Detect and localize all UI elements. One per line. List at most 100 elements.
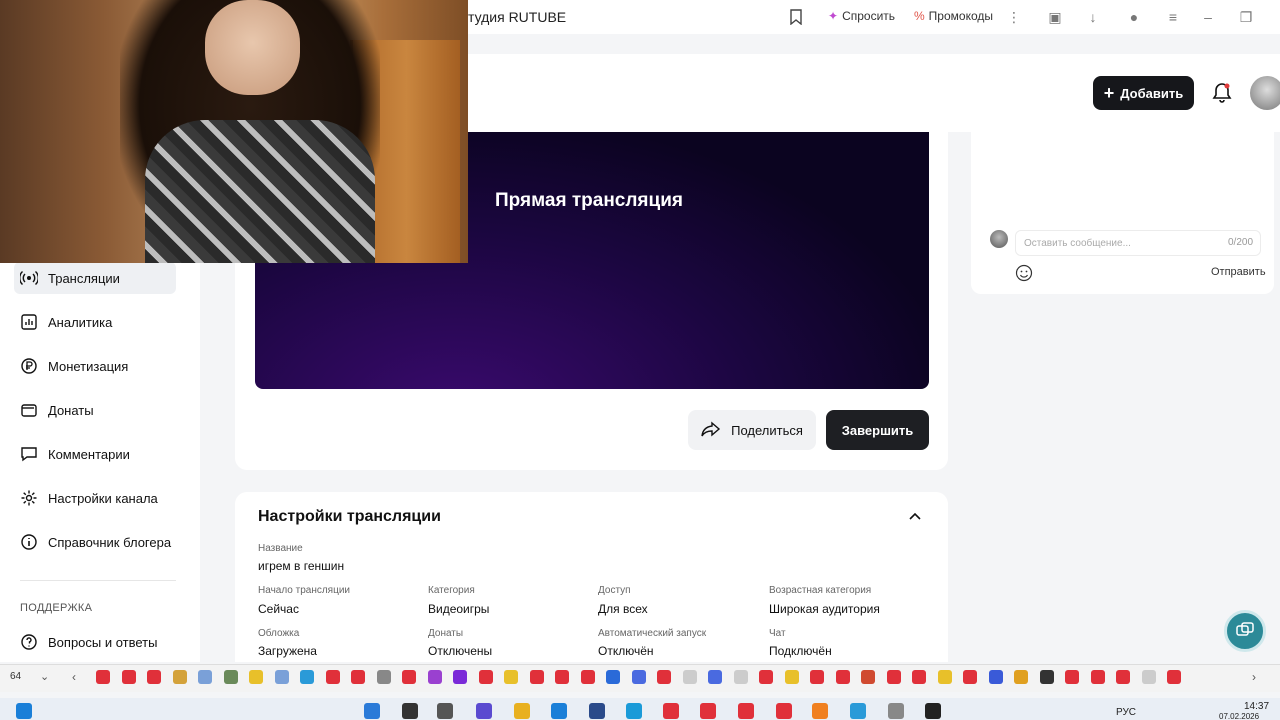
language-indicator[interactable]: РУС: [1116, 707, 1136, 718]
bookmark-favicon-icon[interactable]: [1167, 670, 1181, 684]
meet-icon[interactable]: [476, 703, 492, 719]
search-icon[interactable]: [402, 703, 418, 719]
bookmark-favicon-icon[interactable]: [96, 670, 110, 684]
info-icon: [21, 534, 37, 550]
sidebar-item-comments[interactable]: Комментарии: [14, 438, 176, 470]
cloud-icon[interactable]: [812, 703, 828, 719]
share-button[interactable]: Поделиться: [688, 410, 816, 450]
bookmark-favicon-icon[interactable]: [1116, 670, 1130, 684]
bookmark-favicon-icon[interactable]: [631, 670, 646, 684]
bookmark-favicon-icon[interactable]: [351, 670, 365, 684]
store-icon[interactable]: [551, 703, 567, 719]
explorer-icon[interactable]: [514, 703, 530, 719]
chat-avatar: [990, 230, 1008, 248]
chevron-up-icon[interactable]: [907, 510, 923, 522]
bookmark-favicon-icon[interactable]: [555, 670, 569, 684]
bookmark-favicon-icon[interactable]: [784, 670, 799, 684]
bookmark-favicon-icon[interactable]: [1014, 670, 1028, 684]
extensions-icon[interactable]: ▣: [1047, 9, 1063, 25]
bookmark-favicon-icon[interactable]: [1090, 670, 1105, 684]
add-button[interactable]: + Добавить: [1093, 76, 1194, 110]
app-icon[interactable]: [850, 703, 866, 719]
bookmark-favicon-icon[interactable]: [274, 670, 289, 684]
wallet-icon: [21, 404, 37, 417]
bookmark-favicon-icon[interactable]: [504, 670, 518, 684]
yandex-icon[interactable]: [738, 703, 754, 719]
person-app-icon[interactable]: [888, 703, 904, 719]
chevron-left-icon[interactable]: ‹: [72, 670, 86, 684]
bookmark-favicon-icon[interactable]: [861, 670, 875, 684]
bookmark-favicon-icon[interactable]: [1065, 670, 1079, 684]
bookmark-favicon-icon[interactable]: [835, 670, 850, 684]
bookmark-favicon-icon[interactable]: [963, 670, 977, 684]
promo-button[interactable]: % Промокоды: [914, 9, 993, 23]
sidebar-item-faq[interactable]: Вопросы и ответы: [14, 626, 176, 658]
bookmark-favicon-icon[interactable]: [708, 670, 722, 684]
bell-icon[interactable]: [1212, 82, 1232, 104]
obs-icon[interactable]: [925, 703, 941, 719]
sidebar-item-blogger-guide[interactable]: Справочник блогера: [14, 526, 176, 558]
bookmark-favicon-icon[interactable]: [121, 670, 136, 684]
bookmark-favicon-icon[interactable]: [300, 670, 314, 684]
finish-button[interactable]: Завершить: [826, 410, 929, 450]
send-button[interactable]: Отправить: [1211, 266, 1266, 278]
bookmark-icon[interactable]: [789, 9, 803, 25]
user-avatar[interactable]: [1250, 76, 1280, 110]
bookmark-favicon-icon[interactable]: [810, 670, 824, 684]
more-icon[interactable]: ⋮: [1006, 9, 1022, 25]
bookmark-favicon-icon[interactable]: [402, 670, 416, 684]
sidebar-item-channel-settings[interactable]: Настройки канала: [14, 482, 176, 514]
sidebar-item-monetization[interactable]: Монетизация: [14, 350, 176, 382]
restore-icon[interactable]: ❐: [1238, 9, 1254, 25]
profile-icon[interactable]: ●: [1126, 9, 1142, 25]
sidebar-item-broadcasts[interactable]: Трансляции: [14, 262, 176, 294]
field-label: Начало трансляции: [258, 585, 350, 596]
bookmark-favicon-icon[interactable]: [147, 670, 161, 684]
clock-time[interactable]: 14:37: [1244, 701, 1269, 712]
minimize-icon[interactable]: –: [1200, 9, 1216, 25]
bookmark-favicon-icon[interactable]: [937, 670, 952, 684]
bookmark-favicon-icon[interactable]: [427, 670, 442, 684]
bookmark-favicon-icon[interactable]: [580, 670, 595, 684]
bookmark-favicon-icon[interactable]: [1039, 670, 1054, 684]
bookmark-favicon-icon[interactable]: [325, 670, 340, 684]
bookmark-favicon-icon[interactable]: [478, 670, 493, 684]
clock-date[interactable]: 07.02.2026: [1219, 712, 1259, 720]
bookmark-favicon-icon[interactable]: [198, 670, 212, 684]
chat-message-input[interactable]: Оставить сообщение...: [1015, 230, 1261, 256]
bookmark-favicon-icon[interactable]: [657, 670, 671, 684]
chevron-down-icon[interactable]: ⌄: [40, 670, 54, 684]
bookmark-favicon-icon[interactable]: [1141, 670, 1156, 684]
emoji-icon[interactable]: [1015, 264, 1033, 282]
menu-icon[interactable]: ≡: [1165, 9, 1181, 25]
help-chat-button[interactable]: [1224, 610, 1266, 652]
yandex-browser-icon[interactable]: [776, 703, 792, 719]
bookmark-favicon-icon[interactable]: [733, 670, 748, 684]
bookmark-favicon-icon[interactable]: [223, 670, 238, 684]
opera-icon[interactable]: [700, 703, 716, 719]
bookmark-favicon-icon[interactable]: [912, 670, 926, 684]
field-label: Доступ: [598, 585, 631, 596]
bookmark-favicon-icon[interactable]: [376, 670, 391, 684]
ask-button[interactable]: ✦ Спросить: [828, 9, 895, 23]
bookmark-favicon-icon[interactable]: [249, 670, 263, 684]
bookmark-favicon-icon[interactable]: [453, 670, 467, 684]
sidebar-item-donations[interactable]: Донаты: [14, 394, 176, 426]
edge-icon[interactable]: [626, 703, 642, 719]
bookmark-favicon-icon[interactable]: [988, 670, 1003, 684]
bookmark-favicon-icon[interactable]: [682, 670, 697, 684]
youtube-icon[interactable]: [663, 703, 679, 719]
task-view-icon[interactable]: [437, 703, 453, 719]
bookmark-favicon-icon[interactable]: [172, 670, 187, 684]
chevron-right-icon[interactable]: ›: [1252, 670, 1266, 684]
bookmark-favicon-icon[interactable]: [759, 670, 773, 684]
share-icon: [701, 421, 721, 437]
bookmark-favicon-icon[interactable]: [529, 670, 544, 684]
windows-terminal-icon[interactable]: [16, 703, 32, 719]
download-icon[interactable]: ↓: [1085, 9, 1101, 25]
start-icon[interactable]: [364, 703, 380, 719]
sidebar-item-analytics[interactable]: Аналитика: [14, 306, 176, 338]
bookmark-favicon-icon[interactable]: [606, 670, 620, 684]
bookmark-favicon-icon[interactable]: [886, 670, 901, 684]
media-icon[interactable]: [589, 703, 605, 719]
